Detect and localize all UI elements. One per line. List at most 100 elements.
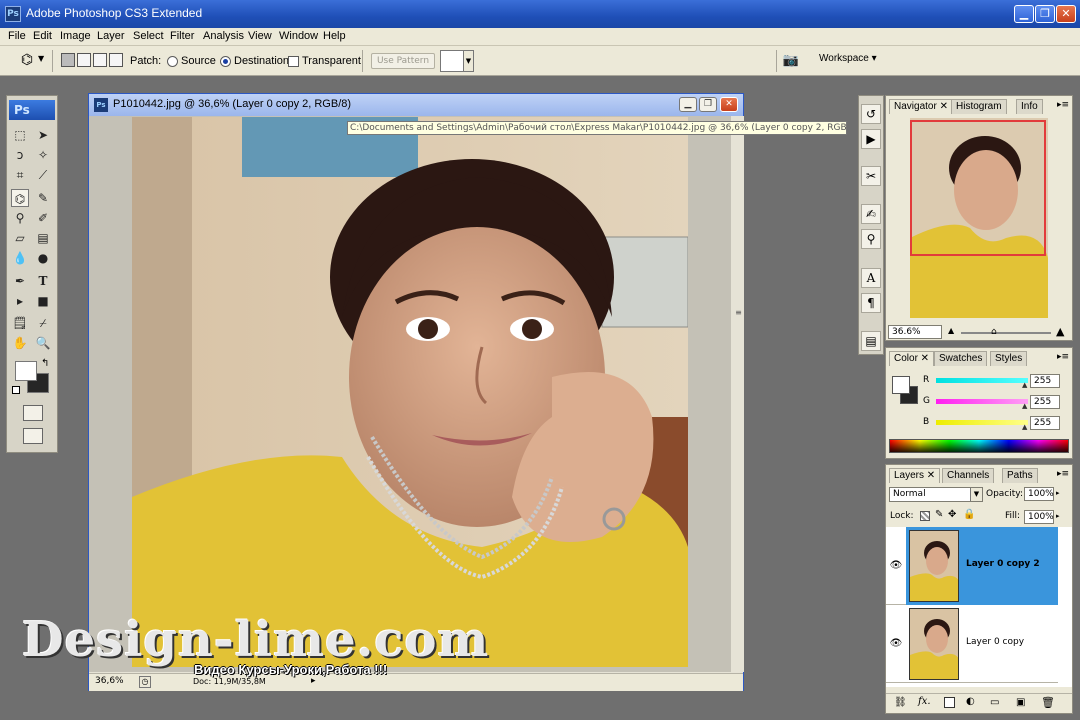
- menu-layer[interactable]: Layer: [97, 30, 125, 42]
- color-spectrum-bar[interactable]: [889, 439, 1069, 453]
- layer-name[interactable]: Layer 0 copy 2: [966, 559, 1040, 569]
- pen-tool-icon[interactable]: ✒: [11, 272, 29, 290]
- fill-slider-icon[interactable]: ▸: [1056, 512, 1060, 520]
- panel-menu-icon[interactable]: ▸≡: [1057, 100, 1069, 110]
- actions-panel-icon[interactable]: ▶: [861, 129, 881, 149]
- add-selection-icon[interactable]: [77, 53, 91, 67]
- color-panel-menu-icon[interactable]: ▸≡: [1057, 352, 1069, 362]
- destination-radio[interactable]: [220, 56, 231, 67]
- pattern-dropdown-icon[interactable]: ▼: [463, 50, 474, 72]
- rectangle-tool-icon[interactable]: ■: [34, 292, 52, 310]
- screen-mode-icon[interactable]: [23, 428, 43, 444]
- layers-panel-menu-icon[interactable]: ▸≡: [1057, 469, 1069, 479]
- path-selection-tool-icon[interactable]: ▸: [11, 292, 29, 310]
- menu-window[interactable]: Window: [279, 30, 318, 42]
- tab-layers[interactable]: Layers ✕: [889, 468, 941, 483]
- tab-histogram[interactable]: Histogram: [951, 99, 1007, 114]
- navigator-thumbnail[interactable]: [910, 118, 1048, 318]
- slice-tool-icon[interactable]: ⟋: [34, 166, 52, 184]
- tool-presets-panel-icon[interactable]: ✂: [861, 166, 881, 186]
- tab-info[interactable]: Info: [1016, 99, 1043, 114]
- tab-swatches[interactable]: Swatches: [934, 351, 988, 366]
- subtract-selection-icon[interactable]: [93, 53, 107, 67]
- add-mask-icon[interactable]: [944, 697, 955, 708]
- lock-pixels-icon[interactable]: ✎: [935, 509, 943, 520]
- brush-tool-icon[interactable]: ✎: [34, 189, 52, 207]
- lock-all-icon[interactable]: 🔒: [963, 509, 975, 520]
- tab-paths[interactable]: Paths: [1002, 468, 1038, 483]
- lock-position-icon[interactable]: ✥: [948, 509, 956, 520]
- history-brush-tool-icon[interactable]: ✐: [34, 209, 52, 227]
- brushes-panel-icon[interactable]: ✍: [861, 204, 881, 224]
- status-menu-icon[interactable]: ◷: [139, 676, 151, 688]
- move-tool-icon[interactable]: ➤: [34, 126, 52, 144]
- tab-styles[interactable]: Styles: [990, 351, 1028, 366]
- opacity-field[interactable]: 100%: [1024, 487, 1054, 501]
- photo-canvas[interactable]: [132, 117, 688, 667]
- patch-tool-preset-icon[interactable]: ⌬: [18, 51, 36, 69]
- swap-colors-icon[interactable]: ↰: [41, 358, 49, 369]
- crop-tool-icon[interactable]: ⌗: [11, 166, 29, 184]
- red-channel-value[interactable]: 255: [1030, 374, 1060, 388]
- history-panel-icon[interactable]: ↺: [861, 104, 881, 124]
- blur-tool-icon[interactable]: 💧: [11, 249, 29, 267]
- adjustment-layer-icon[interactable]: ◐: [966, 696, 975, 707]
- menu-file[interactable]: File: [8, 30, 26, 42]
- red-slider-thumb[interactable]: ▲: [1022, 381, 1027, 389]
- opacity-slider-icon[interactable]: ▸: [1056, 489, 1060, 497]
- zoom-out-icon[interactable]: ▲: [948, 326, 954, 335]
- blend-mode-select[interactable]: Normal: [889, 487, 983, 502]
- menu-image[interactable]: Image: [60, 30, 91, 42]
- layer-row-layer-0-copy-2[interactable]: 👁 Layer 0 copy 2: [886, 527, 1058, 605]
- dodge-tool-icon[interactable]: ●: [34, 249, 52, 267]
- status-arrow-icon[interactable]: ▸: [311, 676, 316, 686]
- quick-mask-icon[interactable]: [23, 405, 43, 421]
- menu-filter[interactable]: Filter: [170, 30, 194, 42]
- tab-navigator[interactable]: Navigator ✕: [889, 99, 953, 114]
- menu-analysis[interactable]: Analysis: [203, 30, 244, 42]
- navigator-view-box[interactable]: [910, 120, 1046, 256]
- lasso-tool-icon[interactable]: ↄ: [11, 146, 29, 164]
- layer-row-layer-0-copy[interactable]: 👁 Layer 0 copy: [886, 605, 1058, 683]
- foreground-color-swatch-top[interactable]: [15, 361, 37, 381]
- vertical-scrollbar[interactable]: ≡: [733, 116, 744, 672]
- menu-help[interactable]: Help: [323, 30, 346, 42]
- zoom-level[interactable]: 36,6%: [95, 676, 124, 686]
- intersect-selection-icon[interactable]: [109, 53, 123, 67]
- close-button[interactable]: ✕: [1056, 5, 1076, 23]
- use-pattern-button[interactable]: Use Pattern: [371, 53, 435, 69]
- paragraph-panel-icon[interactable]: ¶: [861, 293, 881, 313]
- gradient-tool-icon[interactable]: ▤: [34, 229, 52, 247]
- source-radio[interactable]: [167, 56, 178, 67]
- lock-transparency-icon[interactable]: [920, 511, 930, 521]
- menu-view[interactable]: View: [248, 30, 272, 42]
- menu-edit[interactable]: Edit: [33, 30, 52, 42]
- green-slider-thumb[interactable]: ▲: [1022, 402, 1027, 410]
- hand-tool-icon[interactable]: ✋: [11, 334, 29, 352]
- green-channel-slider[interactable]: [936, 399, 1028, 404]
- new-selection-icon[interactable]: [61, 53, 75, 67]
- magic-wand-tool-icon[interactable]: ✧: [34, 146, 52, 164]
- eraser-tool-icon[interactable]: ▱: [11, 229, 29, 247]
- doc-minimize-button[interactable]: ▁: [679, 97, 697, 112]
- zoom-slider-track[interactable]: [961, 332, 1051, 334]
- blue-channel-value[interactable]: 255: [1030, 416, 1060, 430]
- layer-name[interactable]: Layer 0 copy: [966, 637, 1024, 647]
- tool-preset-dropdown-icon[interactable]: ▼: [38, 54, 44, 63]
- fill-field[interactable]: 100%: [1024, 510, 1054, 524]
- zoom-tool-icon[interactable]: 🔍: [34, 334, 52, 352]
- marquee-tool-icon[interactable]: ⬚: [11, 126, 29, 144]
- blue-channel-slider[interactable]: [936, 420, 1028, 425]
- menu-select[interactable]: Select: [133, 30, 164, 42]
- new-layer-icon[interactable]: ▣: [1016, 697, 1025, 708]
- transparent-checkbox[interactable]: [288, 56, 299, 67]
- clone-source-panel-icon[interactable]: ⚲: [861, 229, 881, 249]
- layer-style-icon[interactable]: fx.: [918, 696, 931, 707]
- eyedropper-tool-icon[interactable]: ⌿: [34, 314, 52, 332]
- link-layers-icon[interactable]: ⛓: [894, 697, 907, 708]
- color-foreground-swatch[interactable]: [892, 376, 910, 394]
- layer-visibility-eye-icon[interactable]: 👁: [889, 637, 903, 651]
- minimize-button[interactable]: ▁: [1014, 5, 1034, 23]
- file-browser-icon[interactable]: 📷: [781, 52, 801, 70]
- patch-tool-icon[interactable]: ⌬: [11, 189, 29, 207]
